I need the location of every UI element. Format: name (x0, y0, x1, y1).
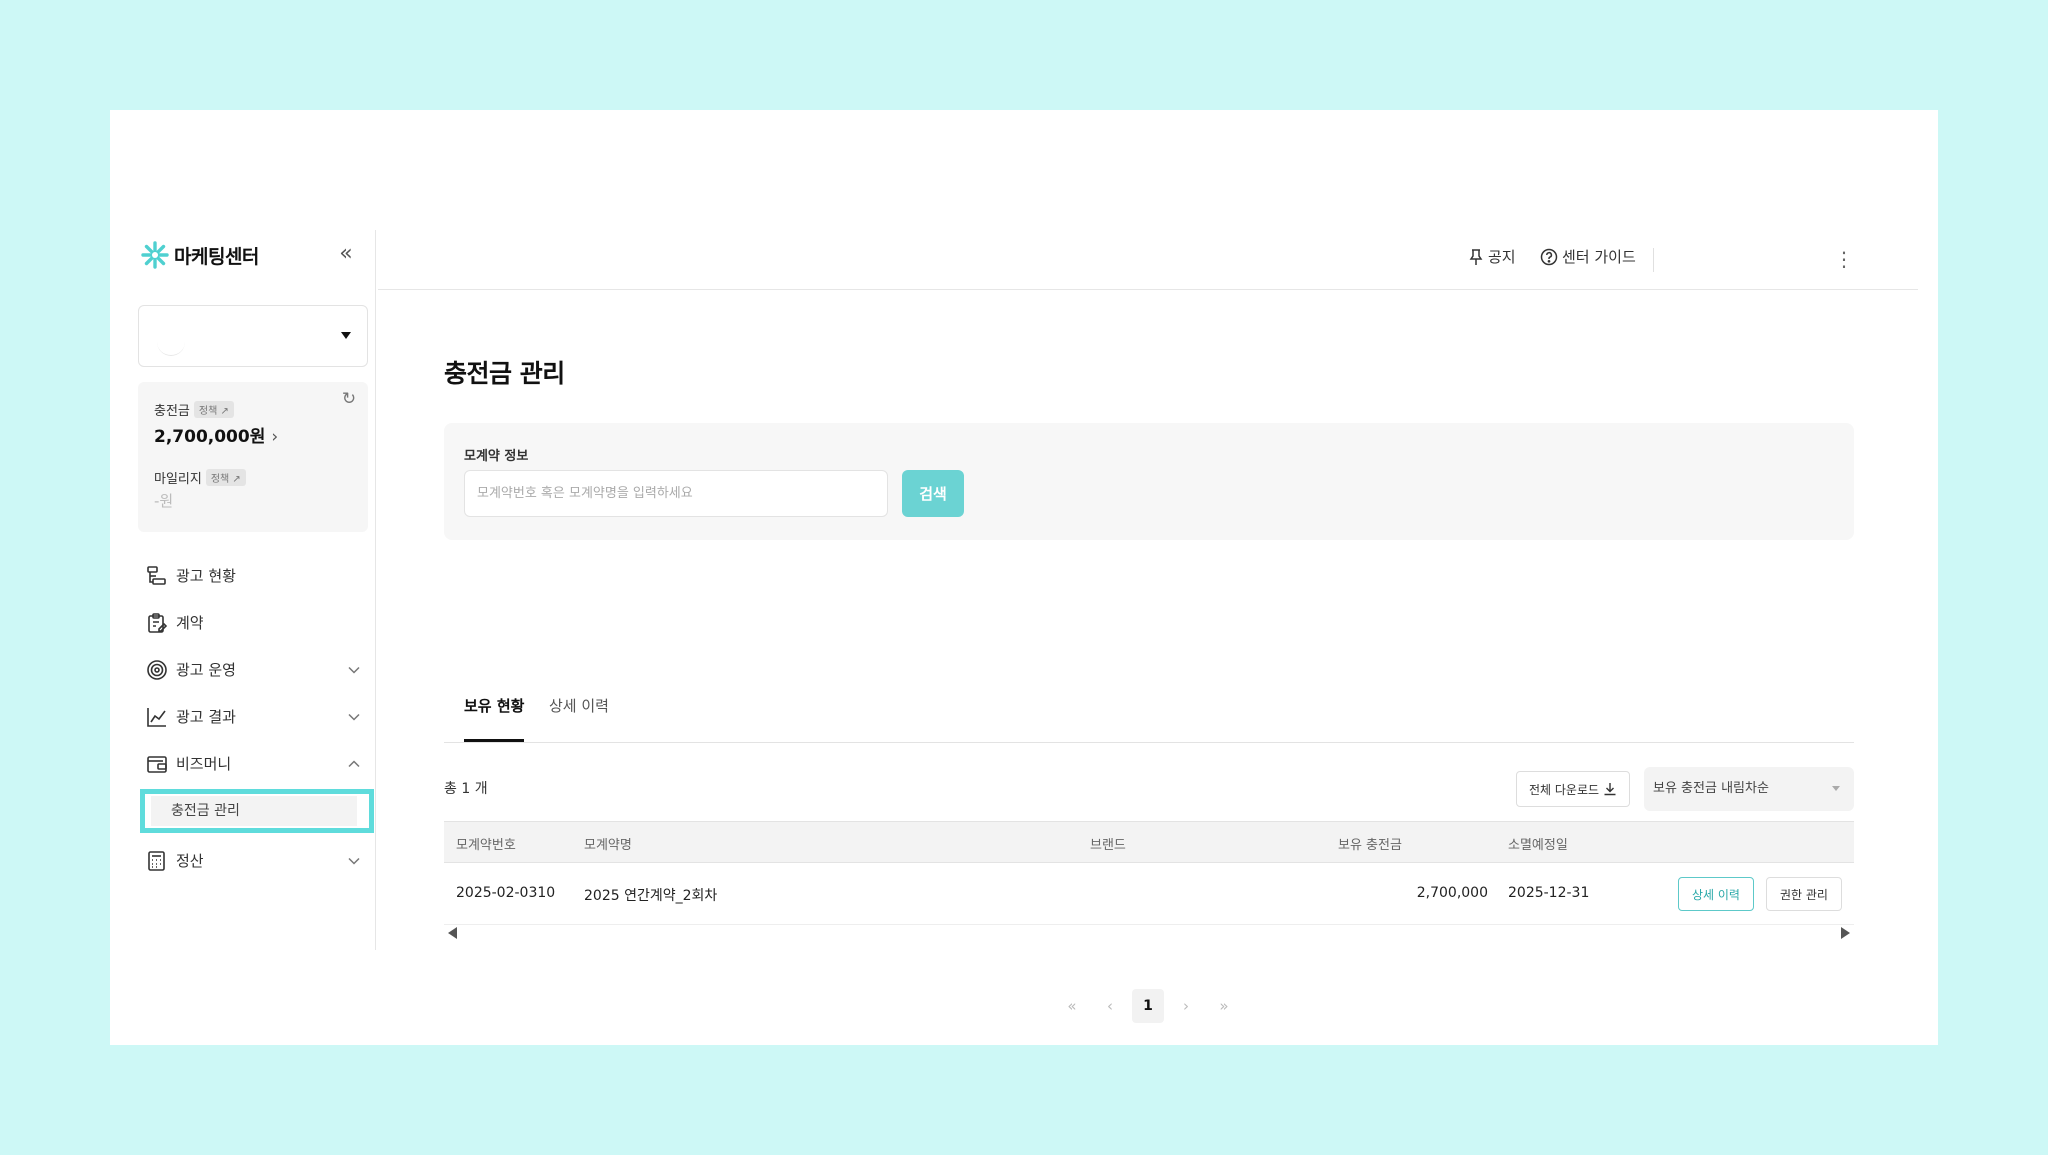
app-window: 마케팅센터 « 충전금 정책 ↗ ↻ 2,700,000원 › 마일리지 정책 ↗… (110, 110, 1938, 1045)
charge-value[interactable]: 2,700,000원 › (154, 422, 278, 447)
account-select[interactable] (138, 305, 368, 367)
avatar (157, 328, 185, 356)
prev-page-icon[interactable]: ‹ (1094, 989, 1126, 1023)
download-icon (1604, 783, 1616, 796)
caret-down-icon (1832, 786, 1840, 791)
charge-policy-link[interactable]: 정책 ↗ (193, 401, 234, 418)
column-header: 소멸예정일 (1508, 838, 1568, 853)
pagination: « ‹ 1 › » (444, 989, 1854, 1023)
caret-down-icon (341, 332, 351, 339)
holdings-table: 모계약번호 모계약명 브랜드 보유 충전금 소멸예정일 2025-02-0310… (444, 821, 1854, 925)
search-input[interactable] (464, 470, 888, 517)
first-page-icon[interactable]: « (1056, 989, 1088, 1023)
sidebar-item-contract[interactable]: 계약 (138, 599, 374, 646)
help-circle-icon (1540, 248, 1558, 265)
tab-holdings[interactable]: 보유 현황 (464, 695, 525, 742)
ad-status-icon (147, 565, 166, 585)
sidebar-item-label: 광고 현황 (176, 567, 236, 585)
total-count: 총 1 개 (444, 781, 488, 797)
sidebar-item-label: 광고 운영 (176, 661, 236, 679)
center-guide-link[interactable]: 센터 가이드 (1540, 246, 1636, 267)
sidebar-item-ad-status[interactable]: 광고 현황 (138, 552, 374, 599)
search-panel: 모계약 정보 검색 (444, 423, 1854, 540)
divider (1653, 248, 1654, 272)
sidebar-item-label: 광고 결과 (176, 708, 236, 726)
table-header: 모계약번호 모계약명 브랜드 보유 충전금 소멸예정일 (444, 821, 1854, 863)
collapse-sidebar-icon[interactable]: « (334, 242, 358, 266)
brand-name: 마케팅센터 (174, 245, 259, 268)
column-header: 브랜드 (1090, 838, 1126, 853)
sidebar-item-settlement[interactable]: 정산 (138, 837, 374, 884)
top-bar: 공지 센터 가이드 ⋮ (378, 230, 1918, 290)
download-all-label: 전체 다운로드 (1528, 782, 1600, 797)
chevron-down-icon (348, 857, 360, 865)
chevron-down-icon (348, 713, 360, 721)
download-all-button[interactable]: 전체 다운로드 (1516, 771, 1630, 807)
scroll-left-arrow-icon[interactable] (448, 927, 457, 939)
chevron-up-icon (348, 760, 360, 768)
brand-logo-icon (141, 241, 169, 269)
chevron-down-icon (348, 666, 360, 674)
column-header: 모계약명 (584, 838, 632, 853)
mileage-policy-link[interactable]: 정책 ↗ (205, 469, 246, 486)
permission-management-button[interactable]: 권한 관리 (1766, 877, 1842, 911)
sidebar-item-label: 비즈머니 (176, 755, 232, 773)
chevron-right-icon: › (271, 427, 279, 447)
tab-detail-history[interactable]: 상세 이력 (549, 695, 609, 742)
search-label: 모계약 정보 (464, 449, 529, 464)
contract-name-cell: 2025 연간계약_2회차 (584, 888, 718, 904)
chart-line-icon (147, 707, 166, 727)
mileage-label-row: 마일리지 정책 ↗ (154, 468, 246, 487)
sidebar-item-label: 정산 (176, 852, 204, 870)
balance-card: 충전금 정책 ↗ ↻ 2,700,000원 › 마일리지 정책 ↗ -원 (138, 382, 368, 532)
page-number[interactable]: 1 (1132, 989, 1164, 1023)
last-page-icon[interactable]: » (1208, 989, 1240, 1023)
notice-link[interactable]: 공지 (1468, 246, 1516, 267)
sidebar-item-ad-result[interactable]: 광고 결과 (138, 693, 374, 740)
sidebar-item-ad-operation[interactable]: 광고 운영 (138, 646, 374, 693)
sort-select[interactable]: 보유 충전금 내림차순 (1644, 767, 1854, 811)
sidebar-item-label: 계약 (176, 614, 204, 632)
scroll-right-arrow-icon[interactable] (1841, 927, 1850, 939)
center-guide-label: 센터 가이드 (1562, 248, 1636, 266)
search-button[interactable]: 검색 (902, 470, 964, 517)
sidebar-subitem-charge-management[interactable]: 충전금 관리 (140, 789, 374, 833)
table-row: 2025-02-0310 2025 연간계약_2회차 2,700,000 202… (444, 863, 1854, 925)
next-page-icon[interactable]: › (1170, 989, 1202, 1023)
tab-bar: 보유 현황 상세 이력 (444, 683, 1854, 743)
expiry-date-cell: 2025-12-31 (1508, 885, 1590, 901)
detail-history-button[interactable]: 상세 이력 (1678, 877, 1754, 911)
column-header: 모계약번호 (456, 838, 516, 853)
mileage-value: -원 (154, 492, 174, 510)
pin-icon (1469, 248, 1483, 265)
column-header: 보유 충전금 (1338, 838, 1402, 853)
notice-label: 공지 (1488, 248, 1516, 266)
sidebar-item-bizmoney[interactable]: 비즈머니 (138, 740, 374, 787)
brand[interactable]: 마케팅센터 (140, 240, 259, 270)
wallet-icon (147, 755, 167, 773)
horizontal-scrollbar[interactable] (444, 925, 1854, 939)
target-icon (147, 659, 167, 680)
sidebar-subitem-label: 충전금 관리 (151, 796, 357, 826)
sort-selected-value: 보유 충전금 내림차순 (1653, 781, 1769, 796)
balance-cell: 2,700,000 (1416, 885, 1488, 901)
mileage-label: 마일리지 (154, 472, 202, 487)
charge-amount: 2,700,000원 (154, 427, 266, 447)
calculator-icon (148, 850, 165, 871)
page-title: 충전금 관리 (444, 359, 565, 388)
charge-label-row: 충전금 정책 ↗ (154, 400, 234, 419)
contract-number-cell: 2025-02-0310 (456, 885, 556, 901)
more-options-icon[interactable]: ⋮ (1834, 244, 1854, 274)
charge-label: 충전금 (154, 404, 190, 419)
clipboard-icon (148, 612, 168, 633)
sidebar-nav: 광고 현황 계약 광고 운영 광고 결과 비즈머니 충전금 관리 정산 (138, 552, 374, 884)
sidebar: 마케팅센터 « 충전금 정책 ↗ ↻ 2,700,000원 › 마일리지 정책 ↗… (130, 230, 376, 950)
refresh-icon[interactable]: ↻ (340, 390, 358, 408)
